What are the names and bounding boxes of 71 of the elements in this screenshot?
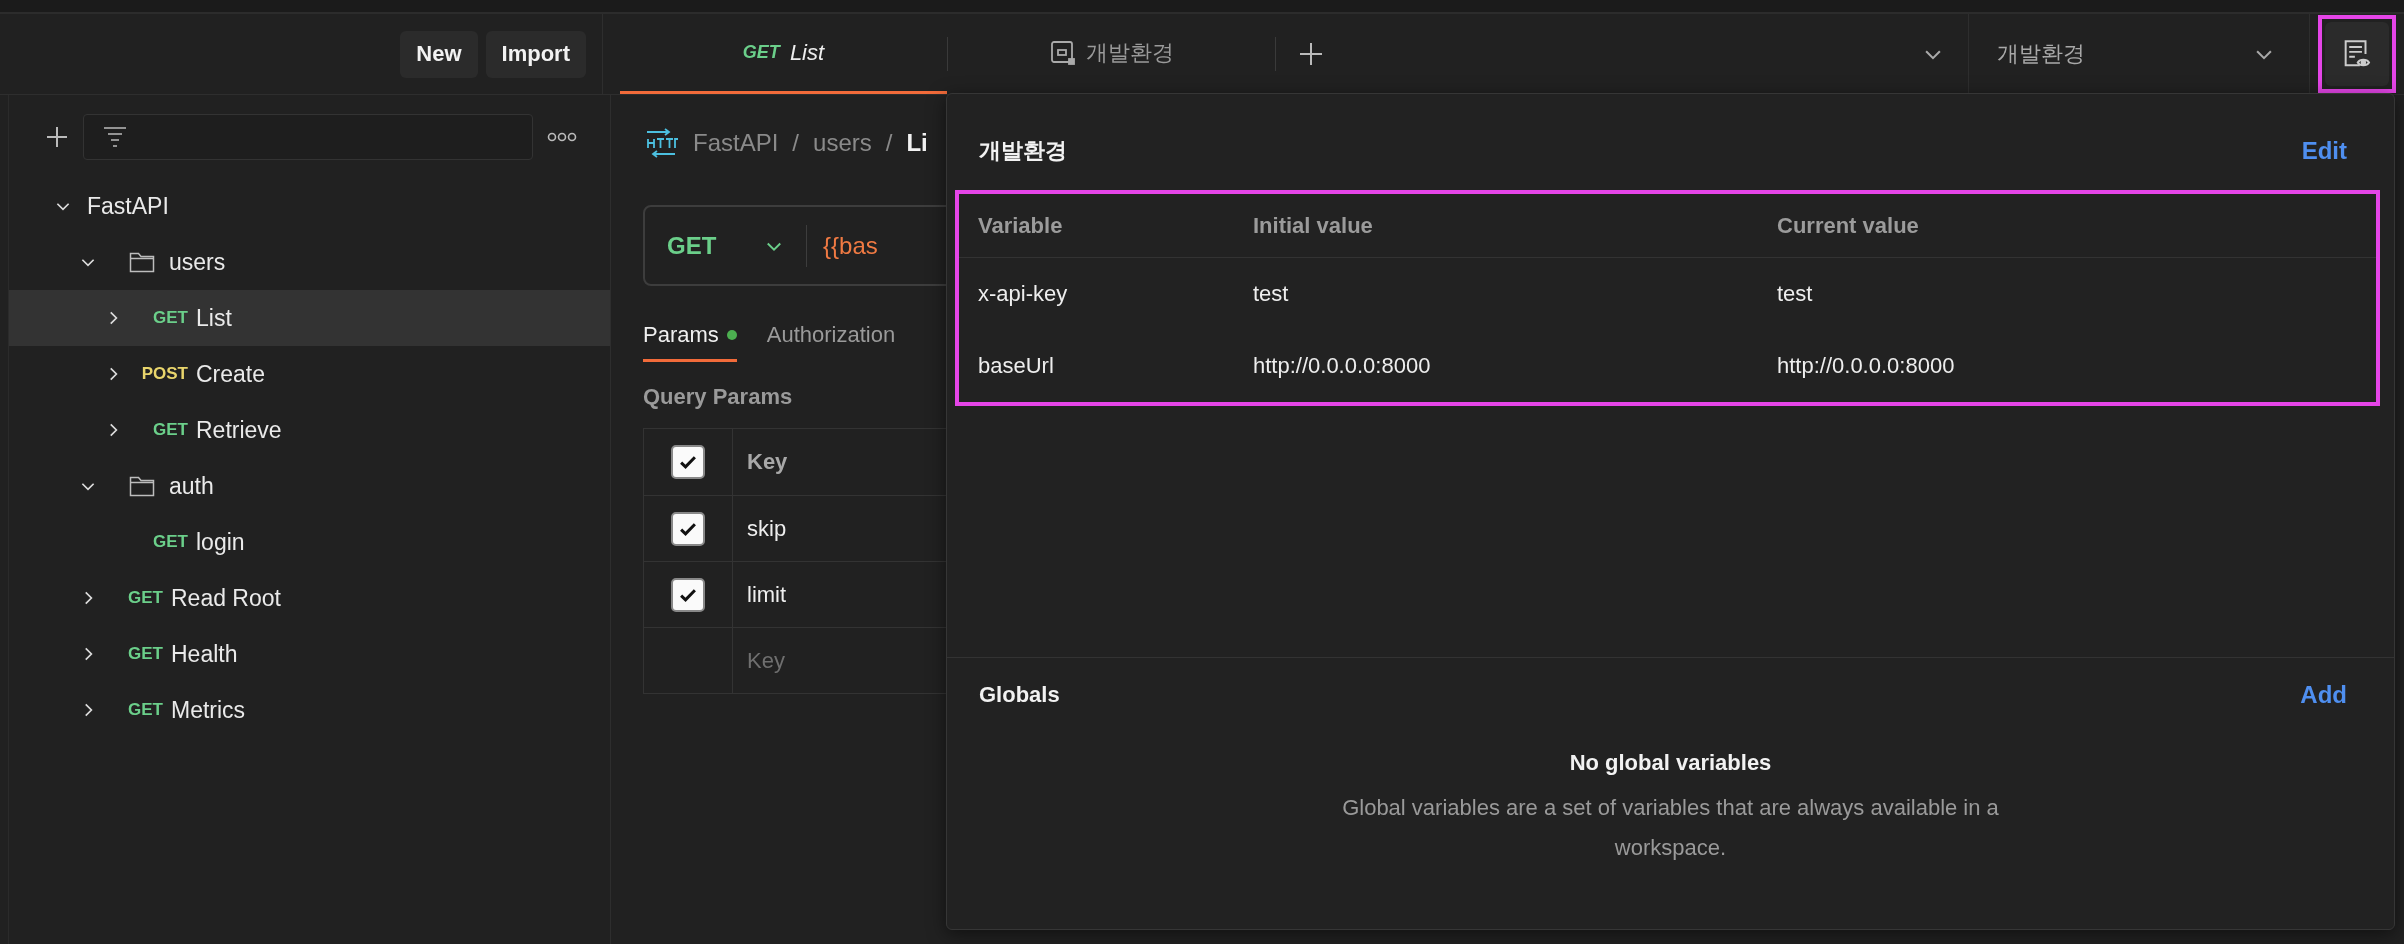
request-item[interactable]: GET Retrieve	[9, 402, 610, 458]
method-label: GET	[153, 308, 188, 328]
checkbox[interactable]	[671, 577, 705, 612]
column-header: Variable	[978, 212, 1064, 239]
empty-title: No global variables	[1569, 750, 1772, 776]
method-label: POST	[141, 364, 188, 384]
method-label: GET	[128, 588, 163, 608]
breadcrumb-separator: /	[792, 129, 800, 157]
request-tab[interactable]: Params	[643, 310, 737, 362]
environment-icon	[1049, 39, 1076, 66]
editor-tab[interactable]: 개발환경	[948, 14, 1275, 94]
method-select[interactable]: GET	[667, 224, 807, 267]
request-item[interactable]: GET Metrics	[9, 682, 610, 738]
item-label: Create	[196, 360, 266, 388]
method-label: GET	[128, 700, 163, 720]
new-tab-icon[interactable]	[1298, 41, 1324, 67]
item-label: Health	[171, 640, 238, 668]
edit-link[interactable]: Edit	[2301, 137, 2347, 165]
folder-item[interactable]: auth	[9, 458, 610, 514]
popover-title: 개발환경	[979, 137, 1067, 165]
checkbox[interactable]	[671, 445, 705, 479]
table-cell-text: test	[1777, 281, 1814, 307]
request-item[interactable]: POST Create	[9, 346, 610, 402]
item-label: List	[196, 304, 232, 332]
breadcrumb-link[interactable]: FastAPI	[693, 129, 779, 157]
table-cell-text: http://0.0.0.0:8000	[1253, 353, 1432, 379]
breadcrumb-separator: /	[885, 129, 893, 157]
filter-icon	[102, 125, 128, 149]
request-tab[interactable]: Authorization	[766, 310, 896, 362]
folder-item[interactable]: users	[9, 234, 610, 290]
url-field[interactable]: {{bas	[823, 231, 878, 260]
add-icon[interactable]	[45, 125, 69, 149]
section-title: Query Params	[643, 384, 794, 410]
breadcrumb-link[interactable]: users	[813, 129, 872, 157]
table-cell-text: test	[1253, 281, 1290, 307]
environment-quick-look-button[interactable]	[2325, 22, 2389, 86]
method-label: GET	[153, 420, 188, 440]
table-cell-text: limit	[746, 580, 788, 609]
table-cell-text: http://0.0.0.0:8000	[1777, 353, 1956, 379]
collection-item[interactable]: FastAPI	[9, 178, 610, 234]
request-item[interactable]: GET login	[9, 514, 610, 570]
breadcrumb-current: Li	[906, 129, 928, 157]
item-label: users	[169, 248, 226, 276]
item-label: Read Root	[171, 584, 281, 612]
empty-text: Global variables are a set of variables that are always available in a workspace.	[1341, 794, 2000, 862]
add-link[interactable]: Add	[2300, 681, 2347, 709]
method-label: GET	[153, 532, 188, 552]
item-label: login	[196, 528, 245, 556]
item-label: FastAPI	[87, 192, 169, 220]
editor-tab[interactable]: GET List	[620, 14, 947, 94]
folder-icon	[129, 250, 155, 274]
folder-icon	[129, 474, 155, 498]
request-item[interactable]: GET Health	[9, 626, 610, 682]
filter-field[interactable]	[83, 114, 533, 160]
header-button[interactable]: New	[400, 30, 478, 78]
more-icon[interactable]	[547, 131, 577, 143]
method-label: GET	[128, 644, 163, 664]
checkbox[interactable]	[671, 511, 705, 546]
column-header: Current value	[1777, 212, 1920, 239]
column-header: Key	[746, 448, 789, 476]
header-button[interactable]: Import	[485, 30, 586, 78]
table-cell-text: baseUrl	[978, 353, 1055, 379]
request-item[interactable]: GET List	[9, 290, 610, 346]
request-item[interactable]: GET Read Root	[9, 570, 610, 626]
table-cell-text: skip	[746, 514, 788, 543]
item-label: auth	[169, 472, 214, 500]
item-label: Metrics	[171, 696, 246, 724]
column-header: Initial value	[1253, 212, 1374, 239]
item-label: Retrieve	[196, 416, 282, 444]
section-title: Globals	[979, 682, 1060, 708]
table-cell-text: x-api-key	[978, 281, 1069, 307]
